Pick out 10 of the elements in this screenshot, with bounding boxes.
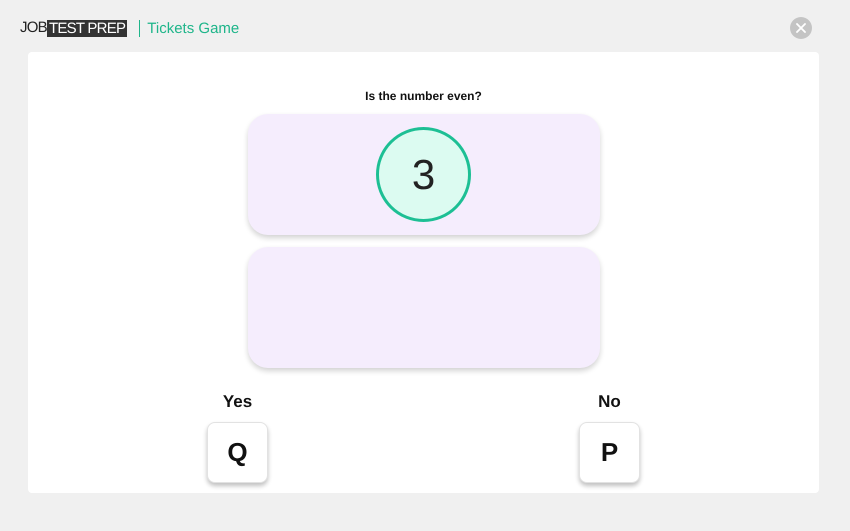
key-button[interactable]: Q — [207, 422, 268, 483]
close-button[interactable] — [790, 17, 812, 39]
key-button[interactable]: P — [579, 422, 640, 483]
answer-label: No — [598, 392, 621, 412]
app-title: Tickets Game — [139, 20, 240, 36]
logo-text: JOB — [20, 18, 47, 38]
close-icon — [796, 23, 806, 33]
answer-label: Yes — [222, 392, 252, 412]
question-text: Is the number even? — [365, 89, 482, 103]
logo-text: TEST PREP — [46, 20, 128, 36]
